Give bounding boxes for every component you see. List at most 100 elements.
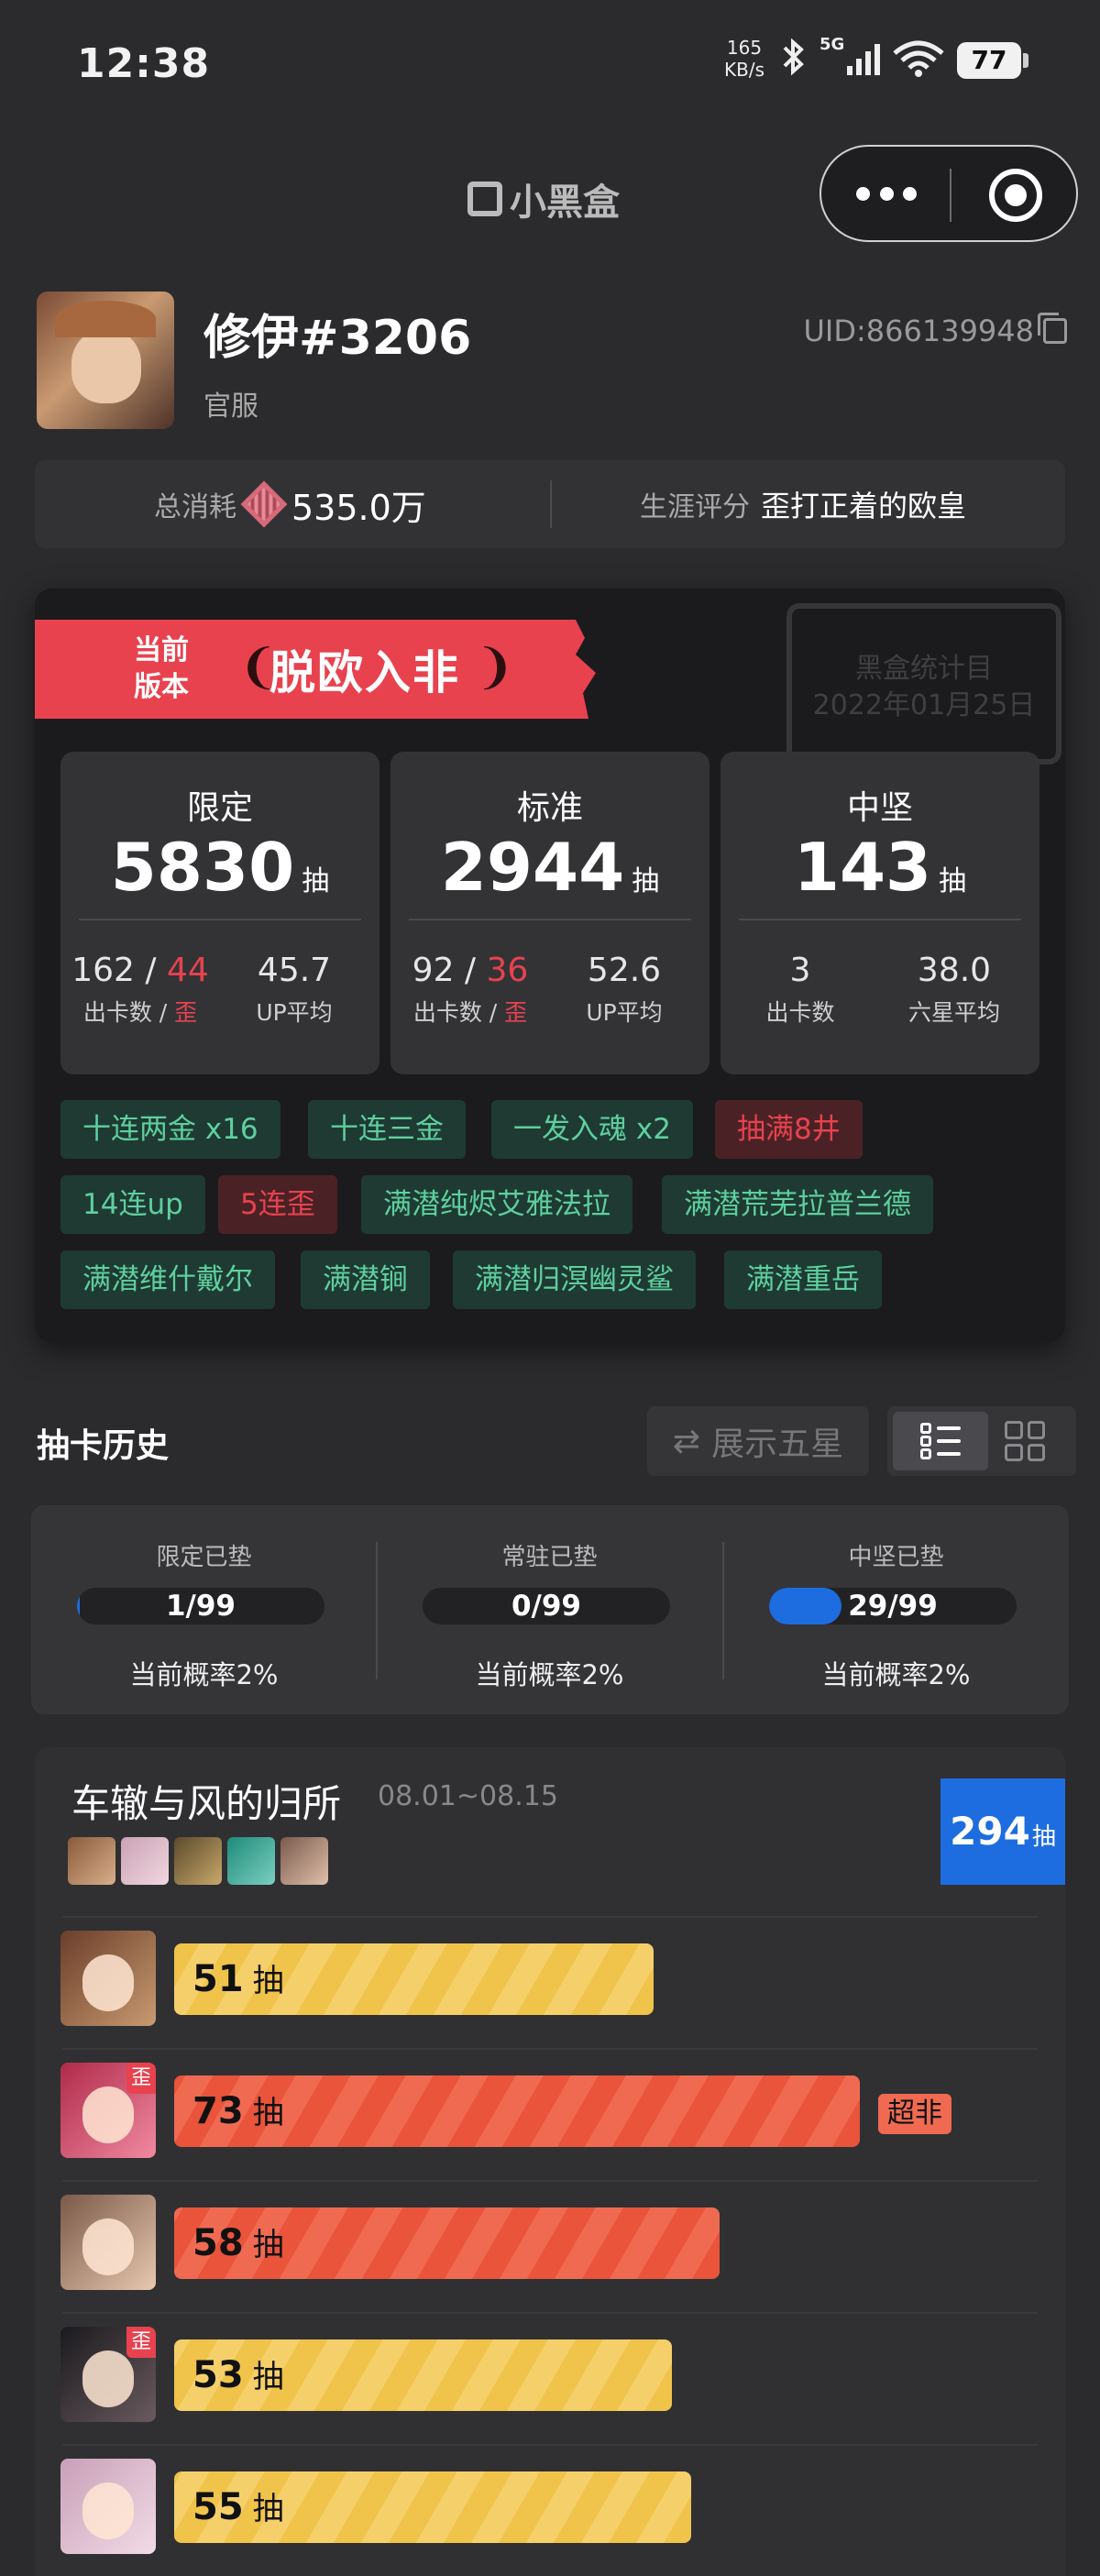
row-divider <box>62 2048 1038 2050</box>
pool-off-label: 歪 <box>174 999 198 1026</box>
pool-pulls-stat: 3 出卡数 <box>732 952 869 1028</box>
pool-off-banner: 44 <box>166 952 209 989</box>
pool-off-label: 歪 <box>504 999 528 1026</box>
server-label: 官服 <box>204 391 258 423</box>
pool-divider <box>739 919 1021 920</box>
mini-avatar <box>68 1837 116 1885</box>
operator-avatar <box>60 2459 156 2554</box>
row-divider <box>62 2180 1038 2182</box>
pool-avg-label: 六星平均 <box>908 999 1000 1026</box>
pool-count-value: 143 <box>793 829 932 906</box>
pool-kernel: 中坚 143 抽 3 出卡数 38.0 六星平均 <box>720 752 1040 1074</box>
banner-history-card[interactable]: 车辙与风的归所 08.01~08.15 294抽 51 抽 歪 73 抽 超非 58… <box>35 1747 1065 2576</box>
list-view-button[interactable] <box>893 1412 988 1470</box>
banner-total-badge: 294抽 <box>940 1778 1065 1885</box>
stats-card: 黑盒统计目 2022年01月25日 当前 版本 ❨ 脱欧入非 ❩ 限定 5830… <box>35 589 1065 1342</box>
pull-row: 歪 53 抽 <box>60 2327 1050 2426</box>
operator-avatar <box>60 2195 156 2290</box>
brand-logo-icon <box>468 182 502 216</box>
bluetooth-icon <box>779 38 807 83</box>
list-view-icon <box>920 1423 961 1459</box>
row-divider <box>62 2312 1038 2314</box>
achievement-tag: 满潜重岳 <box>724 1250 882 1309</box>
career-rating-value: 歪打正着的欧皇 <box>761 489 967 523</box>
pity-standard: 常驻已垫 0/99 当前概率2% <box>377 1505 722 1714</box>
grid-view-icon <box>1005 1421 1045 1461</box>
pool-name: 限定 <box>186 789 253 827</box>
operator-avatar <box>60 1931 156 2026</box>
pool-pulls: 3 <box>789 952 811 989</box>
close-target-icon[interactable] <box>989 169 1042 222</box>
ribbon-label: 当前 版本 <box>134 633 189 706</box>
pool-pulls: 92 <box>412 952 455 989</box>
pool-avg-stat: 52.6 UP平均 <box>556 952 693 1028</box>
history-title: 抽卡历史 <box>37 1427 170 1465</box>
signal-icon: 5G <box>820 35 884 79</box>
pull-bar: 51 抽 <box>174 1943 654 2015</box>
banner-total-value: 294 <box>950 1809 1030 1854</box>
pool-off-banner: 36 <box>486 952 529 989</box>
mini-avatar <box>280 1837 328 1885</box>
pity-limited: 限定已垫 1/99 当前概率2% <box>31 1505 377 1714</box>
more-icon[interactable] <box>856 180 917 207</box>
row-divider <box>62 2444 1038 2446</box>
grid-view-button[interactable] <box>977 1412 1072 1470</box>
pull-row: 58 抽 <box>60 2195 1050 2294</box>
career-rating: 生涯评分 歪打正着的欧皇 <box>640 460 966 548</box>
pity-progress-text: 1/99 <box>165 1590 236 1623</box>
pull-row: 歪 73 抽 超非 <box>60 2063 1050 2162</box>
pool-pulls-label: 出卡数 <box>765 999 835 1026</box>
pull-unit: 抽 <box>252 2491 284 2527</box>
mini-avatar <box>227 1837 275 1885</box>
originium-icon <box>240 480 288 528</box>
achievement-tag: 十连三金 <box>308 1100 466 1159</box>
app-brand: 小黑盒 <box>468 172 620 226</box>
pity-label: 中坚已垫 <box>848 1544 944 1571</box>
pool-count-unit: 抽 <box>939 865 967 897</box>
pool-count-unit: 抽 <box>302 865 330 897</box>
pull-count: 73 <box>192 2090 244 2132</box>
total-spend: 总消耗 535.0万 <box>154 460 426 548</box>
mini-avatar <box>174 1837 222 1885</box>
avatar[interactable] <box>37 292 174 429</box>
pool-divider <box>79 919 361 920</box>
pool-count: 2944 抽 <box>390 829 710 906</box>
mini-program-capsule <box>820 145 1078 242</box>
pity-probability: 当前概率2% <box>475 1659 624 1690</box>
pity-kernel: 中坚已垫 29/99 当前概率2% <box>723 1505 1069 1714</box>
copy-icon[interactable] <box>1038 313 1067 344</box>
pull-row: 55 抽 <box>60 2459 1050 2558</box>
total-spend-label: 总消耗 <box>154 491 236 523</box>
pull-bar: 58 抽 <box>174 2207 720 2279</box>
off-banner-badge: 歪 <box>126 2327 156 2358</box>
operator-avatar: 歪 <box>60 2327 156 2422</box>
pull-row: 51 抽 <box>60 1931 1050 2030</box>
achievement-tag: 14连up <box>60 1175 205 1234</box>
pool-count: 143 抽 <box>720 829 1040 906</box>
stamp-line-1: 黑盒统计目 <box>855 653 993 685</box>
pool-pulls-stat: 92 / 36 出卡数 / 歪 <box>412 952 529 1026</box>
pool-divider <box>409 919 691 920</box>
pity-progress-bar: 1/99 <box>77 1588 324 1624</box>
pool-avg-label: UP平均 <box>256 999 333 1026</box>
pool-limited: 限定 5830 抽 162 / 44 出卡数 / 歪 45.7 UP平均 <box>60 752 380 1074</box>
unlucky-flag: 超非 <box>878 2094 952 2134</box>
pool-avg-label: UP平均 <box>586 999 663 1026</box>
achievement-tag: 满潜荒芜拉普兰德 <box>662 1175 933 1234</box>
uid-text: UID:866139948 <box>803 314 1034 348</box>
pool-name: 标准 <box>516 789 583 827</box>
stamp-line-2: 2022年01月25日 <box>812 689 1036 721</box>
banner-total-unit: 抽 <box>1031 1823 1056 1851</box>
show-five-star-button[interactable]: ⇄ 展示五星 <box>647 1406 869 1476</box>
pull-unit: 抽 <box>252 2095 284 2131</box>
pool-pulls-label: 出卡数 <box>82 999 152 1026</box>
swap-icon: ⇄ <box>672 1422 701 1460</box>
ribbon-title: 脱欧入非 <box>270 646 460 699</box>
pity-progress-text: 0/99 <box>511 1590 582 1623</box>
summary-bar: 总消耗 535.0万 生涯评分 歪打正着的欧皇 <box>35 460 1065 548</box>
capsule-divider <box>950 169 952 222</box>
network-speed-value: 165 <box>726 37 763 59</box>
uid-copy[interactable]: UID:866139948 <box>803 313 1067 348</box>
pity-panel: 限定已垫 1/99 当前概率2% 常驻已垫 0/99 当前概率2% 中坚已垫 2… <box>31 1505 1069 1714</box>
achievement-tag: 满潜归溟幽灵鲨 <box>453 1250 696 1309</box>
